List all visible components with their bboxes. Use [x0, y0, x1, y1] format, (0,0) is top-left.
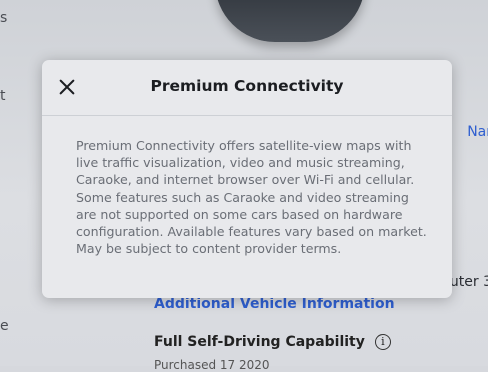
- computer-info-fragment: uter 3: [449, 274, 488, 290]
- premium-connectivity-dialog: Premium Connectivity Premium Connectivit…: [42, 60, 452, 298]
- additional-vehicle-info-link[interactable]: Additional Vehicle Information: [154, 296, 395, 312]
- fsd-label: Full Self-Driving Capability: [154, 334, 365, 350]
- dialog-header: Premium Connectivity: [42, 60, 452, 116]
- info-icon[interactable]: i: [374, 334, 391, 350]
- background-edge-letter: s: [0, 10, 8, 26]
- background-edge-letter: e: [0, 318, 9, 334]
- fsd-row: Full Self-Driving Capability i: [154, 334, 391, 350]
- purchase-date: Purchased 17 2020: [154, 358, 270, 372]
- background-edge-letter: t: [0, 88, 6, 104]
- dialog-title: Premium Connectivity: [150, 77, 344, 95]
- dialog-body-text: Premium Connectivity offers satellite-vi…: [76, 138, 427, 257]
- vehicle-image: [215, 0, 365, 42]
- name-vehicle-link[interactable]: Nar: [467, 124, 488, 140]
